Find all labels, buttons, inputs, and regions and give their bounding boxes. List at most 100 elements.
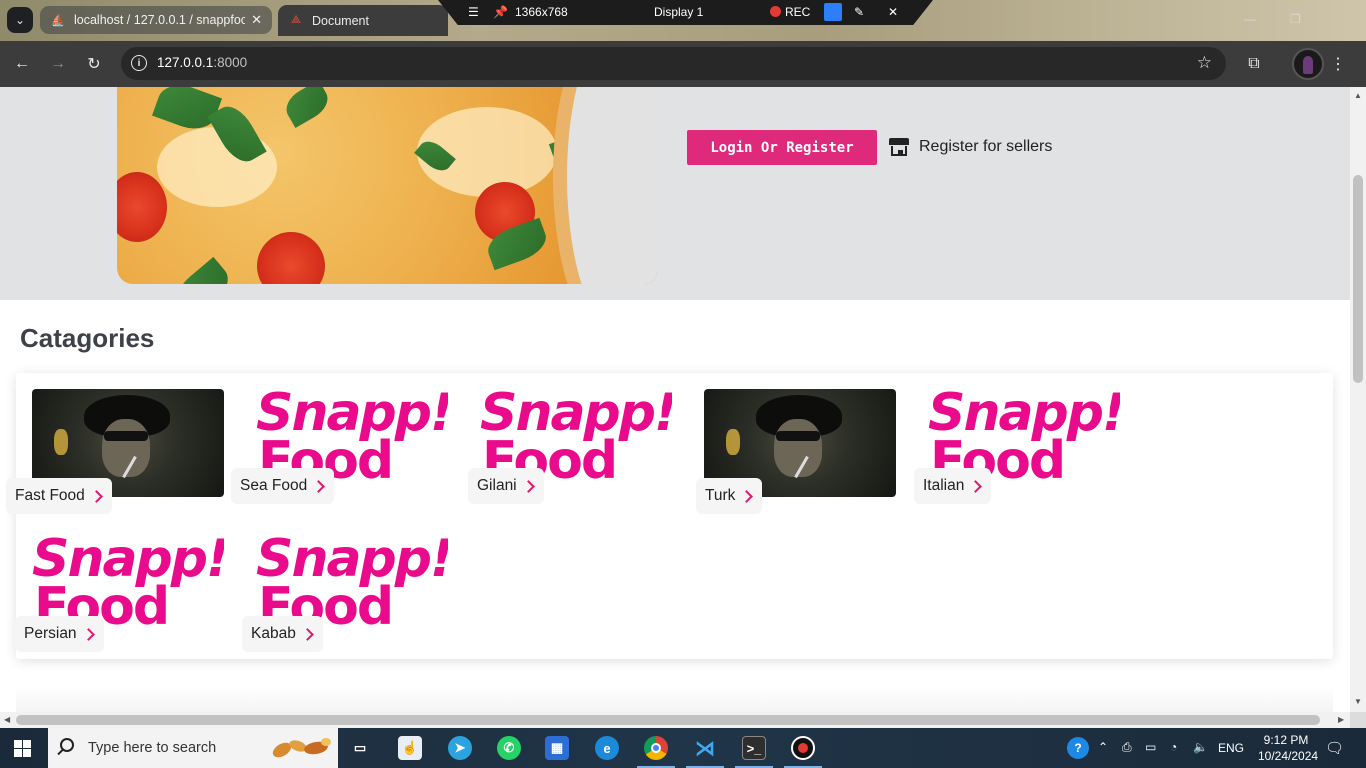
category-label: Persian bbox=[24, 625, 77, 642]
categories-heading: Catagories bbox=[20, 323, 155, 353]
category-chip-italian[interactable]: Italian bbox=[914, 468, 992, 504]
windows-taskbar: Type here to search ▭ ☝ ➤ ✆ ▦ e ⋊ >_ ? ⌃… bbox=[0, 728, 1366, 768]
menu-icon[interactable]: ☰ bbox=[468, 5, 479, 19]
tab-title: localhost / 127.0.0.1 / snappfoo bbox=[74, 13, 246, 27]
extensions-icon[interactable]: ⧉ bbox=[1244, 54, 1264, 74]
address-bar[interactable]: i 127.0.0.1:8000 ☆ bbox=[121, 47, 1226, 80]
categories-card: Fast Food Snapp! Food Sea Food Snapp! Fo… bbox=[6, 373, 1333, 659]
category-chip-sea-food[interactable]: Sea Food bbox=[231, 468, 335, 504]
minimize-icon[interactable]: — bbox=[1244, 12, 1256, 26]
tab-title: Document bbox=[312, 13, 369, 28]
chevron-right-icon bbox=[313, 479, 325, 493]
snappfood-logo: Snapp! Food bbox=[256, 531, 448, 629]
vertical-scrollbar[interactable]: ▲ ▼ bbox=[1350, 87, 1366, 712]
screen-recorder-icon[interactable] bbox=[791, 736, 815, 760]
edge-icon[interactable]: e bbox=[595, 736, 619, 760]
volume-icon[interactable]: 🔈 bbox=[1193, 740, 1208, 754]
taskbar-search-input[interactable]: Type here to search bbox=[48, 728, 338, 768]
close-icon[interactable]: ✕ bbox=[888, 5, 898, 19]
touch-app-icon[interactable]: ☝ bbox=[398, 736, 422, 760]
category-label: Italian bbox=[923, 477, 965, 494]
chrome-icon[interactable] bbox=[644, 736, 668, 760]
category-item-kabab[interactable]: Snapp! Food bbox=[256, 531, 448, 629]
category-chip-kabab[interactable]: Kabab bbox=[242, 616, 323, 652]
close-tab-icon[interactable]: ✕ bbox=[251, 12, 262, 28]
help-icon[interactable]: ? bbox=[1067, 737, 1089, 759]
category-label: Fast Food bbox=[15, 487, 85, 504]
microsoft-store-icon[interactable]: ▦ bbox=[545, 736, 569, 760]
browser-menu-icon[interactable]: ⋮ bbox=[1328, 54, 1348, 74]
category-chip-persian[interactable]: Persian bbox=[15, 616, 104, 652]
horizontal-scrollbar[interactable]: ◀ ▶ bbox=[0, 712, 1350, 728]
snappfood-logo: Snapp! Food bbox=[32, 531, 224, 629]
login-register-button[interactable]: Login Or Register bbox=[687, 130, 877, 165]
reload-icon[interactable]: ↻ bbox=[84, 54, 104, 74]
category-chip-gilani[interactable]: Gilani bbox=[468, 468, 544, 504]
restore-icon[interactable]: ❐ bbox=[1290, 12, 1301, 26]
bookmark-star-icon[interactable]: ☆ bbox=[1197, 53, 1212, 73]
forward-icon[interactable]: → bbox=[48, 54, 68, 74]
record-button[interactable]: REC bbox=[770, 5, 810, 19]
vertical-scroll-thumb[interactable] bbox=[1353, 175, 1363, 383]
chevron-right-icon bbox=[91, 489, 103, 503]
recorder-resolution: 1366x768 bbox=[515, 5, 568, 19]
chevron-right-icon bbox=[741, 489, 753, 503]
recorder-display[interactable]: Display 1 bbox=[654, 5, 703, 19]
browser-toolbar: ← → ↻ i 127.0.0.1:8000 ☆ ⧉ ⋮ bbox=[0, 41, 1366, 87]
scroll-right-icon[interactable]: ▶ bbox=[1338, 715, 1344, 724]
chevron-right-icon bbox=[523, 479, 535, 493]
rec-label: REC bbox=[785, 5, 811, 19]
wifi-icon[interactable]: ◔ bbox=[1170, 740, 1177, 754]
laravel-icon: ⟁ bbox=[291, 14, 301, 26]
camera-icon[interactable] bbox=[824, 3, 842, 21]
browser-tab-strip: ⌄ ⛵ localhost / 127.0.0.1 / snappfoo ✕ ⟁… bbox=[0, 0, 1366, 41]
category-label: Sea Food bbox=[240, 477, 308, 494]
whatsapp-icon[interactable]: ✆ bbox=[497, 736, 521, 760]
autumn-leaves-icon bbox=[272, 738, 331, 758]
language-indicator[interactable]: ENG bbox=[1218, 741, 1244, 755]
scroll-up-icon[interactable]: ▲ bbox=[1354, 91, 1362, 100]
chevron-up-icon[interactable]: ⌃ bbox=[1098, 740, 1108, 754]
record-dot-icon bbox=[770, 6, 781, 17]
notifications-icon[interactable]: 🗨 bbox=[1325, 739, 1344, 757]
meet-now-icon[interactable]: ⎙ bbox=[1122, 740, 1132, 755]
terminal-icon[interactable]: >_ bbox=[742, 736, 766, 760]
category-item-persian[interactable]: Snapp! Food bbox=[32, 531, 224, 629]
screen-recorder-toolbar: ☰ 📌 1366x768 Display 1 REC ✎ ✕ bbox=[438, 0, 933, 25]
clock-date: 10/24/2024 bbox=[1258, 749, 1319, 763]
site-info-icon[interactable]: i bbox=[131, 55, 147, 71]
vscode-icon[interactable]: ⋊ bbox=[693, 736, 717, 760]
chevron-right-icon bbox=[302, 627, 314, 641]
sellers-link-label: Register for sellers bbox=[919, 138, 1053, 155]
task-view-icon[interactable]: ▭ bbox=[348, 736, 372, 760]
category-chip-fast-food[interactable]: Fast Food bbox=[6, 478, 112, 514]
next-section-edge bbox=[16, 687, 1333, 712]
tab-document[interactable]: ⟁ Document bbox=[278, 5, 448, 36]
tab-phpmyadmin[interactable]: ⛵ localhost / 127.0.0.1 / snappfoo ✕ bbox=[40, 6, 272, 34]
scroll-left-icon[interactable]: ◀ bbox=[4, 715, 10, 724]
url-host: 127.0.0.1 bbox=[157, 55, 214, 70]
horizontal-scroll-thumb[interactable] bbox=[16, 715, 1320, 725]
search-icon bbox=[60, 738, 74, 752]
scrollbar-corner bbox=[1350, 712, 1366, 728]
url-text[interactable]: 127.0.0.1:8000 bbox=[157, 55, 247, 70]
pen-icon[interactable]: ✎ bbox=[854, 5, 864, 19]
windows-start-icon[interactable] bbox=[14, 740, 31, 757]
back-icon[interactable]: ← bbox=[12, 54, 32, 74]
tab-search-button[interactable]: ⌄ bbox=[7, 7, 33, 33]
profile-avatar[interactable] bbox=[1292, 48, 1324, 80]
category-chip-turk[interactable]: Turk bbox=[696, 478, 763, 514]
phpmyadmin-icon: ⛵ bbox=[51, 14, 65, 27]
taskbar-clock[interactable]: 9:12 PM 10/24/2024 bbox=[1258, 732, 1319, 764]
category-label: Kabab bbox=[251, 625, 296, 642]
clock-time: 9:12 PM bbox=[1263, 733, 1309, 747]
pin-icon[interactable]: 📌 bbox=[493, 5, 508, 19]
register-sellers-link[interactable]: Register for sellers bbox=[889, 138, 1052, 156]
scroll-down-icon[interactable]: ▼ bbox=[1354, 697, 1362, 706]
category-label: Turk bbox=[705, 487, 736, 504]
url-port: :8000 bbox=[213, 55, 248, 70]
telegram-icon[interactable]: ➤ bbox=[448, 736, 472, 760]
search-placeholder: Type here to search bbox=[88, 740, 217, 756]
hero-section: Login Or Register Register for sellers bbox=[0, 87, 1350, 300]
battery-icon[interactable]: ▭ bbox=[1145, 740, 1156, 754]
